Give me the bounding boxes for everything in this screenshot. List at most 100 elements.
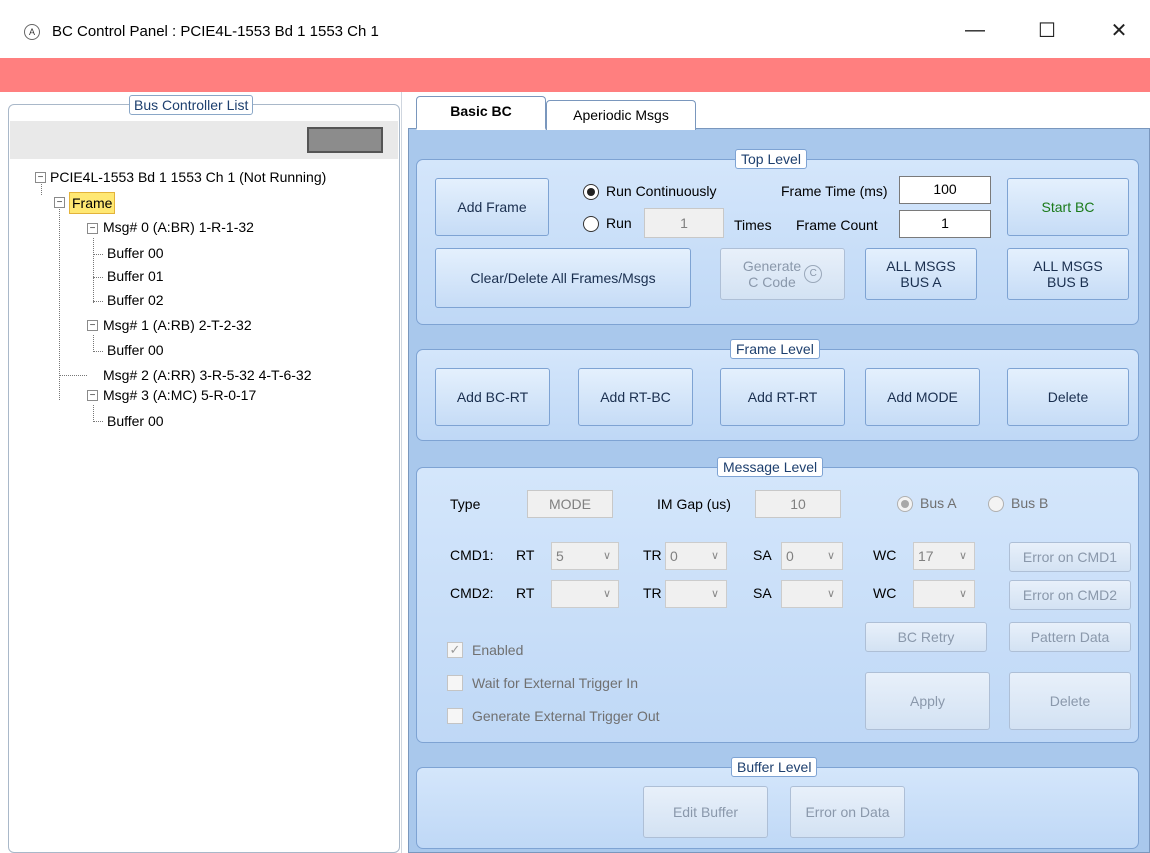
- all-msgs-bus-a-button[interactable]: ALL MSGS BUS A: [865, 248, 977, 300]
- apply-button[interactable]: Apply: [865, 672, 990, 730]
- bc-retry-button[interactable]: BC Retry: [865, 622, 987, 652]
- title-bar: A BC Control Panel : PCIE4L-1553 Bd 1 15…: [0, 0, 1150, 58]
- tab-aperiodic-msgs[interactable]: Aperiodic Msgs: [546, 100, 696, 130]
- chevron-down-icon: ∨: [958, 550, 968, 562]
- type-label: Type: [450, 496, 481, 512]
- times-label: Times: [734, 217, 772, 233]
- tree-node-msg-2[interactable]: Msg# 2 (A:RR) 3-R-5-32 4-T-6-32: [103, 365, 312, 385]
- collapse-icon[interactable]: −: [87, 390, 98, 401]
- cmd1-wc-select[interactable]: 17 ∨: [913, 542, 975, 570]
- cmd1-sa-label: SA: [753, 547, 772, 563]
- tree-node-buffer[interactable]: Buffer 02: [107, 290, 164, 310]
- tree-line: [59, 375, 87, 376]
- tree-node-root[interactable]: PCIE4L-1553 Bd 1 1553 Ch 1 (Not Running): [50, 167, 326, 187]
- add-mode-button[interactable]: Add MODE: [865, 368, 980, 426]
- edit-buffer-button[interactable]: Edit Buffer: [643, 786, 768, 838]
- tree-line: [59, 202, 60, 400]
- run-continuously-label: Run Continuously: [606, 183, 717, 199]
- tree-line: [93, 238, 94, 303]
- run-times-input[interactable]: 1: [644, 208, 724, 238]
- tree-line: [93, 351, 103, 352]
- cmd1-rt-value: 5: [556, 548, 564, 564]
- tree-line: [93, 254, 103, 255]
- tree-node-buffer[interactable]: Buffer 01: [107, 266, 164, 286]
- chevron-down-icon: ∨: [602, 550, 612, 562]
- close-button[interactable]: ✕: [1096, 12, 1142, 48]
- bus-b-radio[interactable]: [988, 496, 1004, 512]
- tree-node-buffer[interactable]: Buffer 00: [107, 243, 164, 263]
- left-pane: Bus Controller List − PCIE4L-1553 Bd 1 1…: [0, 92, 402, 853]
- buffer-level-legend: Buffer Level: [731, 757, 818, 777]
- clear-delete-all-button[interactable]: Clear/Delete All Frames/Msgs: [435, 248, 691, 308]
- minimize-button[interactable]: —: [952, 12, 998, 48]
- app-logo-icon: A: [24, 24, 40, 40]
- cmd1-rt-select[interactable]: 5 ∨: [551, 542, 619, 570]
- tree-line: [93, 421, 103, 422]
- enabled-checkbox[interactable]: ✓: [447, 642, 463, 658]
- right-pane: Top Level Add Frame Run Continuously Run…: [402, 92, 1150, 853]
- all-msgs-bus-b-button[interactable]: ALL MSGS BUS B: [1007, 248, 1129, 300]
- cmd1-sa-value: 0: [786, 548, 794, 564]
- collapse-icon[interactable]: −: [87, 223, 98, 234]
- message-level-group: Message Level Type MODE IM Gap (us) 10 B…: [416, 457, 1139, 743]
- c-code-label: C Code: [748, 274, 796, 290]
- cmd1-tr-select[interactable]: 0 ∨: [665, 542, 727, 570]
- pattern-data-button[interactable]: Pattern Data: [1009, 622, 1131, 652]
- tab-basic-bc[interactable]: Basic BC: [416, 96, 546, 130]
- frame-time-label: Frame Time (ms): [781, 183, 888, 199]
- add-bc-rt-button[interactable]: Add BC-RT: [435, 368, 550, 426]
- collapse-icon[interactable]: −: [87, 320, 98, 331]
- run-times-radio[interactable]: [583, 216, 599, 232]
- all-msgs-label: ALL MSGS: [886, 258, 956, 274]
- add-rt-bc-button[interactable]: Add RT-BC: [578, 368, 693, 426]
- window-title: BC Control Panel : PCIE4L-1553 Bd 1 1553…: [52, 23, 379, 40]
- maximize-button[interactable]: ☐: [1024, 12, 1070, 48]
- wait-trigger-label: Wait for External Trigger In: [472, 675, 638, 691]
- cmd1-rt-label: RT: [516, 547, 535, 563]
- cmd2-rt-select[interactable]: ∨: [551, 580, 619, 608]
- bus-b-label: BUS B: [1046, 274, 1089, 290]
- add-frame-button[interactable]: Add Frame: [435, 178, 549, 236]
- message-delete-button[interactable]: Delete: [1009, 672, 1131, 730]
- collapse-icon[interactable]: −: [35, 172, 46, 183]
- tree-node-msg-1[interactable]: Msg# 1 (A:RB) 2-T-2-32: [103, 315, 252, 335]
- frame-delete-button[interactable]: Delete: [1007, 368, 1129, 426]
- cmd2-label: CMD2:: [450, 585, 494, 601]
- bc-tree[interactable]: − PCIE4L-1553 Bd 1 1553 Ch 1 (Not Runnin…: [17, 165, 397, 845]
- add-rt-rt-button[interactable]: Add RT-RT: [720, 368, 845, 426]
- cmd1-sa-select[interactable]: 0 ∨: [781, 542, 843, 570]
- frame-time-input[interactable]: 100: [899, 176, 991, 204]
- chevron-down-icon: ∨: [602, 588, 612, 600]
- cmd2-wc-select[interactable]: ∨: [913, 580, 975, 608]
- gen-trigger-checkbox[interactable]: [447, 708, 463, 724]
- error-on-cmd2-button[interactable]: Error on CMD2: [1009, 580, 1131, 610]
- tree-node-frame[interactable]: Frame: [69, 192, 116, 214]
- generate-c-code-text: Generate C Code: [743, 258, 801, 290]
- status-alert-bar: [0, 58, 1150, 92]
- cmd2-tr-select[interactable]: ∨: [665, 580, 727, 608]
- buffer-level-group: Buffer Level Edit Buffer Error on Data: [416, 757, 1139, 849]
- tree-node-msg-3[interactable]: Msg# 3 (A:MC) 5-R-0-17: [103, 385, 256, 405]
- bus-a-radio[interactable]: [897, 496, 913, 512]
- error-on-data-button[interactable]: Error on Data: [790, 786, 905, 838]
- run-continuously-radio[interactable]: [583, 184, 599, 200]
- collapse-icon[interactable]: −: [54, 197, 65, 208]
- cmd1-label: CMD1:: [450, 547, 494, 563]
- generate-c-code-button[interactable]: Generate C Code C: [720, 248, 845, 300]
- chevron-down-icon: ∨: [958, 588, 968, 600]
- frame-level-legend: Frame Level: [730, 339, 820, 359]
- tree-node-buffer[interactable]: Buffer 00: [107, 411, 164, 431]
- start-bc-button[interactable]: Start BC: [1007, 178, 1129, 236]
- bus-controller-list-group: Bus Controller List − PCIE4L-1553 Bd 1 1…: [8, 95, 400, 853]
- tree-node-msg-0[interactable]: Msg# 0 (A:BR) 1-R-1-32: [103, 217, 254, 237]
- tree-line: [93, 301, 103, 302]
- all-msgs-label: ALL MSGS: [1033, 258, 1103, 274]
- frame-count-input[interactable]: 1: [899, 210, 991, 238]
- wait-trigger-checkbox[interactable]: [447, 675, 463, 691]
- chevron-down-icon: ∨: [710, 550, 720, 562]
- top-level-legend: Top Level: [735, 149, 807, 169]
- error-on-cmd1-button[interactable]: Error on CMD1: [1009, 542, 1131, 572]
- cmd2-sa-select[interactable]: ∨: [781, 580, 843, 608]
- tree-node-buffer[interactable]: Buffer 00: [107, 340, 164, 360]
- type-field: MODE: [527, 490, 613, 518]
